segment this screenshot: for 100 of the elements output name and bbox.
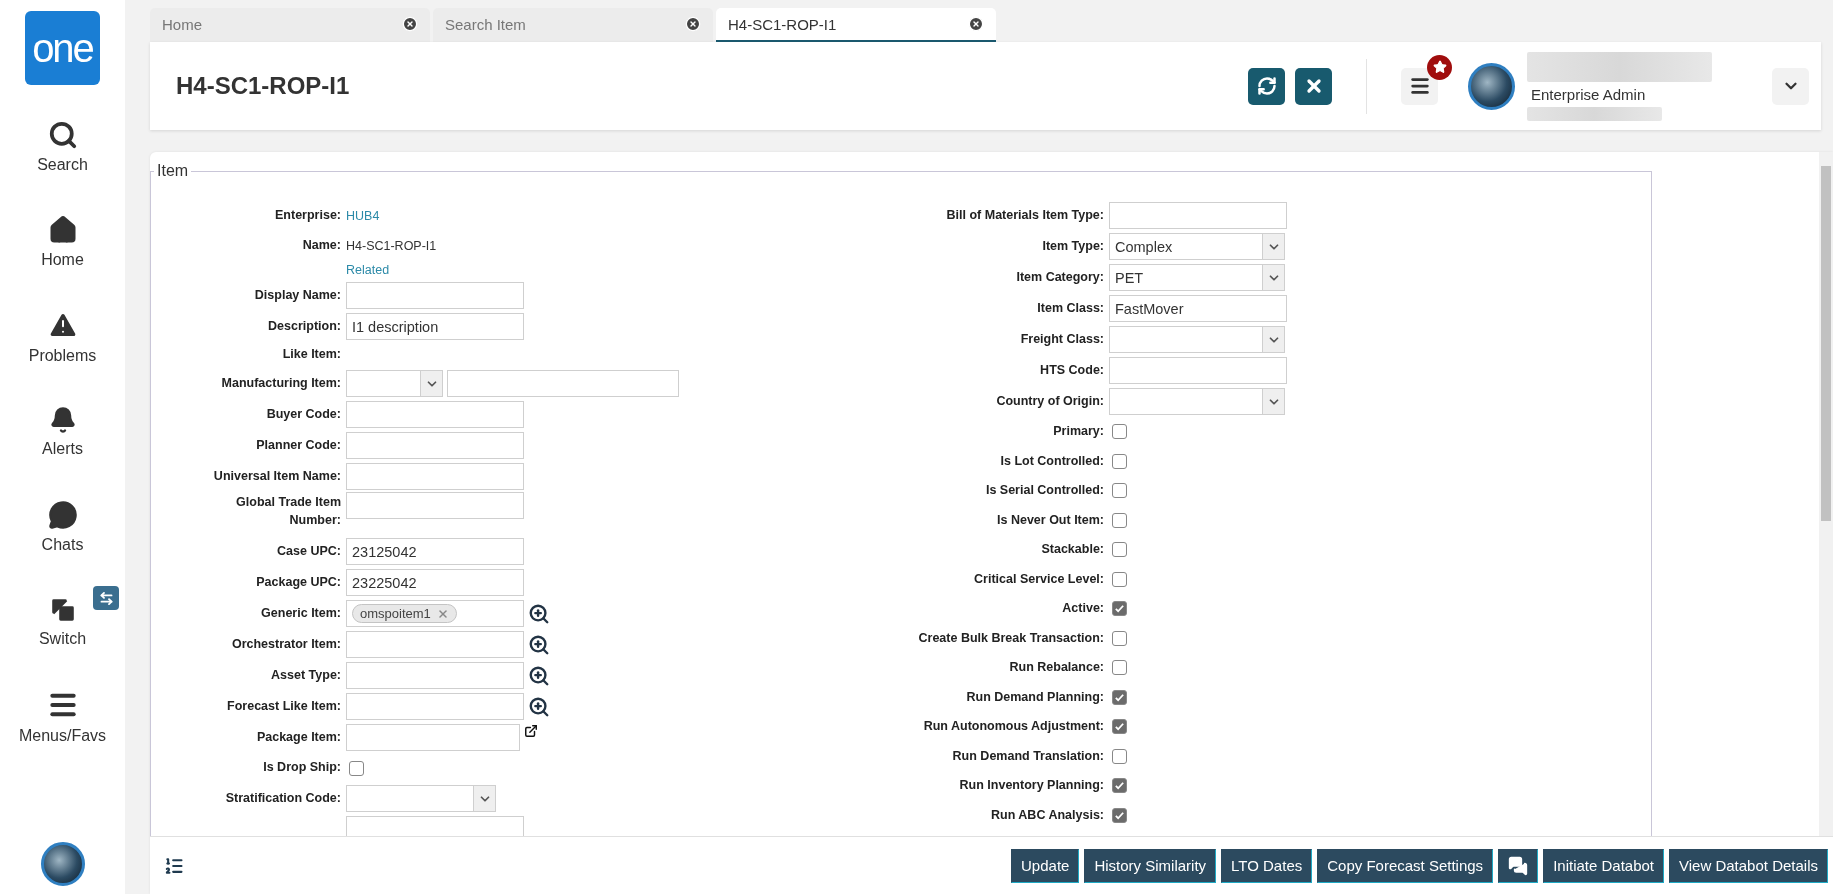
field-label: Item Class: [1036, 299, 1105, 317]
field-label: Run Demand Translation: [951, 747, 1105, 765]
input-field[interactable]: 23225042 [346, 569, 524, 596]
sidebar-item[interactable]: Switch [0, 574, 125, 669]
lookup-field[interactable] [346, 662, 524, 689]
enterprise-link[interactable]: HUB4 [346, 209, 380, 223]
checkbox[interactable] [1112, 512, 1127, 528]
field-label: Case UPC: [276, 542, 342, 560]
sidebar-item[interactable]: Home [0, 194, 125, 289]
sidebar-item[interactable]: Menus/Favs [0, 669, 125, 764]
avatar[interactable] [1468, 62, 1515, 110]
action-button[interactable]: Update [1011, 848, 1080, 883]
logo[interactable]: one [25, 11, 100, 85]
close-icon[interactable] [685, 16, 701, 32]
caret-icon [1262, 265, 1284, 290]
field-label: Generic Item: [260, 604, 342, 622]
field-label: Run Inventory Planning: [958, 777, 1105, 794]
dropdown-button[interactable] [1772, 67, 1809, 105]
checkbox[interactable] [1112, 807, 1127, 823]
sidebar-item[interactable]: Problems [0, 289, 125, 384]
input-field[interactable] [346, 816, 524, 836]
action-button[interactable]: View Databot Details [1669, 848, 1828, 883]
field-label: Run Autonomous Adjustment: [922, 718, 1105, 735]
checkbox[interactable] [1112, 630, 1127, 646]
select-field[interactable]: Complex [1109, 233, 1285, 260]
user-role: Enterprise Admin [1530, 85, 1647, 103]
field-label: Critical Service Level: [973, 570, 1105, 588]
field-label: Orchestrator Item: [230, 635, 342, 653]
external-link-icon[interactable] [524, 724, 538, 738]
chat-icon [47, 499, 78, 530]
input-field[interactable] [1109, 202, 1287, 229]
checkbox[interactable] [1112, 453, 1127, 469]
tag-chip: omspoitem1 [352, 604, 457, 623]
zoom-in-icon[interactable] [528, 664, 550, 687]
close-icon[interactable] [968, 16, 984, 32]
sidebar-item[interactable]: Chats [0, 479, 125, 574]
tab[interactable]: Home [150, 8, 430, 42]
list-icon[interactable] [164, 855, 184, 876]
related-link[interactable]: Related [346, 263, 390, 277]
tab[interactable]: Search Item [433, 8, 713, 42]
input-field[interactable] [346, 432, 524, 459]
swap-icon [93, 586, 119, 610]
remove-icon[interactable] [436, 607, 449, 620]
search-icon [47, 119, 78, 150]
zoom-in-icon[interactable] [528, 633, 550, 656]
avatar[interactable] [40, 842, 85, 886]
sidebar-item[interactable]: Alerts [0, 384, 125, 479]
action-button[interactable]: Initiate Databot [1543, 848, 1665, 883]
field-label: Name: [301, 237, 342, 255]
checkbox[interactable] [1112, 719, 1127, 735]
select-field[interactable] [346, 785, 496, 812]
input-field[interactable] [447, 370, 679, 397]
input-field[interactable]: FastMover [1109, 295, 1287, 322]
scrollbar[interactable] [1819, 152, 1833, 836]
close-button[interactable] [1295, 67, 1332, 105]
checkbox[interactable] [1112, 660, 1127, 676]
lookup-field[interactable]: omspoitem1 [346, 600, 524, 627]
select-field[interactable] [1109, 388, 1285, 415]
checkbox[interactable] [349, 760, 364, 776]
sidebar-item[interactable]: Search [0, 99, 125, 194]
field-label: Is Serial Controlled: [984, 482, 1105, 499]
input-field[interactable] [346, 401, 524, 428]
checkbox[interactable] [1112, 424, 1127, 440]
field-label: Is Lot Controlled: [999, 452, 1105, 470]
page-title: H4-SC1-ROP-I1 [176, 72, 351, 100]
checkbox[interactable] [1112, 689, 1127, 705]
input-field[interactable] [346, 463, 524, 490]
bell-icon [48, 405, 77, 434]
input-field[interactable] [346, 282, 524, 309]
zoom-in-icon[interactable] [528, 695, 550, 718]
close-icon[interactable] [402, 16, 418, 32]
action-button[interactable]: History Similarity [1084, 848, 1217, 883]
checkmark-icon [1114, 603, 1125, 615]
input-field[interactable]: I1 description [346, 313, 524, 340]
input-field[interactable]: 23125042 [346, 538, 524, 565]
select-field[interactable] [346, 370, 443, 397]
select-field[interactable]: PET [1109, 264, 1285, 291]
lookup-field[interactable] [346, 693, 524, 720]
caret-icon [473, 786, 495, 811]
field-label: Bill of Materials Item Type: [945, 206, 1105, 224]
action-button[interactable]: LTO Dates [1221, 848, 1313, 883]
zoom-in-icon[interactable] [528, 602, 550, 625]
menu-icon [1408, 75, 1431, 97]
input-field[interactable] [346, 724, 520, 751]
checkmark-icon [1114, 721, 1125, 733]
checkbox[interactable] [1112, 748, 1127, 764]
lookup-field[interactable] [346, 631, 524, 658]
input-field[interactable] [1109, 357, 1287, 384]
refresh-button[interactable] [1248, 67, 1285, 105]
checkbox[interactable] [1112, 542, 1127, 558]
action-button[interactable]: Copy Forecast Settings [1317, 848, 1494, 883]
chat-icon [1508, 855, 1529, 876]
input-field[interactable] [346, 492, 524, 519]
chat-button[interactable] [1498, 848, 1539, 883]
select-field[interactable] [1109, 326, 1285, 353]
checkbox[interactable] [1112, 571, 1127, 587]
checkbox[interactable] [1112, 601, 1127, 617]
tab[interactable]: H4-SC1-ROP-I1 [716, 8, 996, 42]
checkbox[interactable] [1112, 483, 1127, 499]
checkbox[interactable] [1112, 778, 1127, 794]
